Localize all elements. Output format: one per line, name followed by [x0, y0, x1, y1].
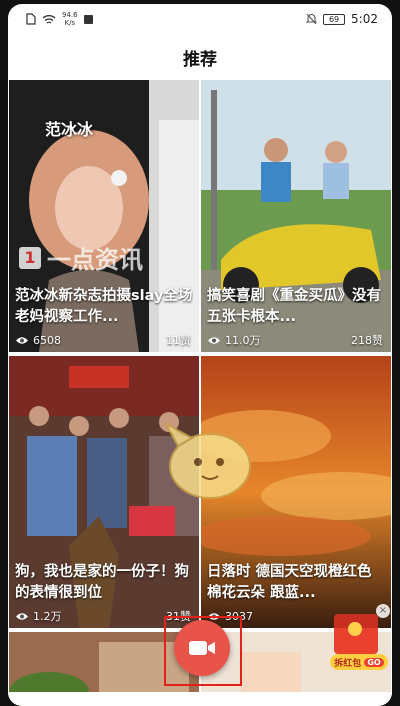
red-packet-label[interactable]: 拆红包 GO	[330, 654, 388, 670]
sim-icon	[26, 13, 36, 25]
video-feed: 范冰冰 1 一点资讯 范冰冰新杂志拍摄slay全场 老妈视察工作... 6508…	[8, 80, 392, 706]
mute-bell-icon	[306, 13, 318, 25]
video-title: 日落时 德国天空现橙红色棉花云朵 跟蓝...	[207, 564, 372, 601]
app-screen: 94.6 K/s 69 5:02 推荐 范冰冰 1 一点资讯 范冰冰新杂志拍摄s…	[8, 4, 392, 706]
battery-indicator: 69	[323, 13, 346, 25]
network-speed-value: 94.6	[62, 11, 78, 19]
phone-frame: 94.6 K/s 69 5:02 推荐 范冰冰 1 一点资讯 范冰冰新杂志拍摄s…	[0, 0, 400, 706]
red-packet-text: 拆红包	[334, 658, 362, 669]
red-packet-go: GO	[364, 657, 384, 667]
video-meta: 6508 11赞	[15, 332, 191, 348]
video-meta: 11.0万 218赞	[207, 332, 383, 348]
view-count-value: 1.2万	[33, 610, 62, 623]
page-title: 推荐	[8, 34, 392, 80]
coin-icon	[348, 622, 362, 636]
status-left: 94.6 K/s	[26, 11, 93, 27]
clock: 5:02	[351, 12, 378, 26]
eye-icon	[208, 336, 220, 344]
video-title: 搞笑喜剧《重金买瓜》没有五张卡根本...	[207, 288, 381, 325]
wifi-icon	[42, 14, 56, 24]
video-overlay-text: 范冰冰	[45, 120, 94, 139]
eye-icon	[16, 336, 28, 344]
watermark-badge: 1	[19, 246, 41, 269]
view-count-value: 11.0万	[225, 334, 261, 347]
like-count: 11赞	[166, 334, 191, 347]
view-count: 11.0万	[207, 332, 261, 348]
like-count: 218赞	[351, 334, 383, 347]
view-count: 6508	[15, 334, 61, 347]
view-count: 1.2万	[15, 608, 62, 624]
close-icon[interactable]: ×	[376, 604, 390, 618]
notification-icon	[83, 14, 93, 24]
bottom-nav-bar	[8, 692, 392, 706]
network-speed: 94.6 K/s	[62, 11, 78, 27]
video-title: 狗，我也是家的一份子！狗的表情很到位	[15, 564, 189, 601]
eye-icon	[16, 612, 28, 620]
watermark-text: 一点资讯	[47, 246, 143, 274]
highlight-box	[164, 616, 242, 686]
status-bar: 94.6 K/s 69 5:02	[8, 4, 392, 34]
view-count-value: 6508	[33, 333, 61, 347]
video-title: 范冰冰新杂志拍摄slay全场 老妈视察工作...	[15, 288, 193, 325]
mascot-sticker	[163, 421, 251, 499]
video-card[interactable]: 搞笑喜剧《重金买瓜》没有五张卡根本... 11.0万 218赞	[201, 80, 391, 352]
network-speed-unit: K/s	[64, 19, 76, 27]
red-packet-widget[interactable]: × 拆红包 GO	[330, 604, 390, 672]
status-right: 69 5:02	[306, 12, 378, 26]
source-watermark: 1 一点资讯	[19, 240, 143, 275]
video-card[interactable]: 范冰冰 1 一点资讯 范冰冰新杂志拍摄slay全场 老妈视察工作... 6508…	[9, 80, 199, 352]
